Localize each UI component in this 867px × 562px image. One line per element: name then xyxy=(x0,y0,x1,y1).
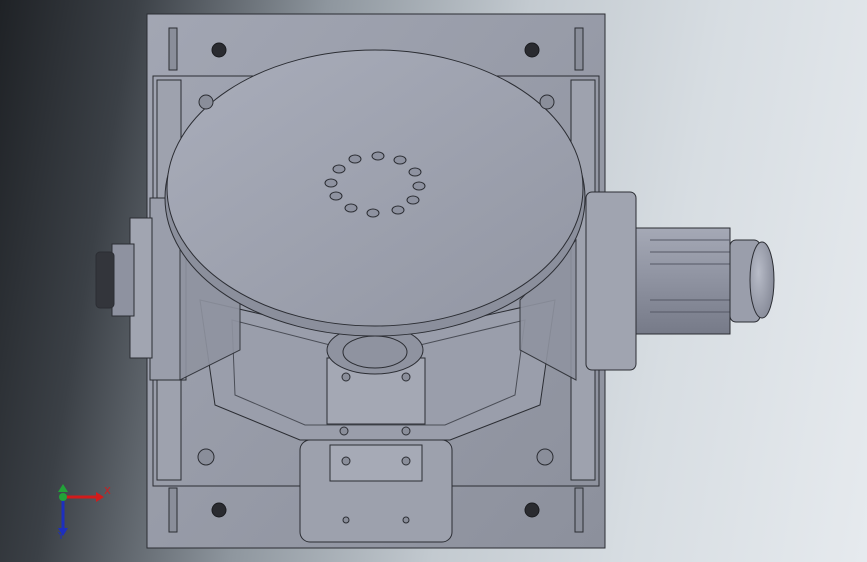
coordinate-triad xyxy=(58,484,104,536)
top-slot-left xyxy=(168,27,178,71)
turntable-disk xyxy=(166,49,584,327)
bottom-slot-right xyxy=(574,487,584,533)
cad-viewport[interactable]: X Y xyxy=(0,0,867,562)
bottom-slot-left xyxy=(168,487,178,533)
motor-flange xyxy=(585,191,637,371)
triad-y-label: Y xyxy=(58,531,65,542)
servo-motor-body xyxy=(635,227,731,335)
left-shaft-end xyxy=(95,251,115,309)
motor-end-cap xyxy=(749,241,775,319)
triad-x-label: X xyxy=(104,486,111,497)
top-slot-right xyxy=(574,27,584,71)
cad-model-view[interactable] xyxy=(0,0,867,562)
left-bearing xyxy=(111,243,135,317)
